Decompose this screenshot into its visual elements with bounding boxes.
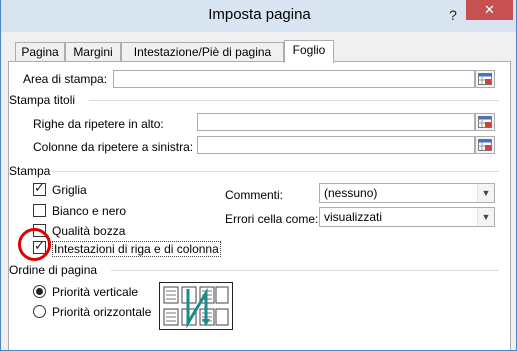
row-col-headings-label: Intestazioni di riga e di colonna xyxy=(52,241,221,257)
black-and-white-label: Bianco e nero xyxy=(52,204,127,218)
print-group-label: Stampa xyxy=(9,164,51,178)
collapse-dialog-icon xyxy=(478,73,492,85)
rows-range-button[interactable] xyxy=(475,113,495,131)
comments-value: (nessuno) xyxy=(324,186,378,200)
print-area-label: Area di stampa: xyxy=(23,72,108,86)
radio-selected-dot xyxy=(36,288,43,295)
help-button[interactable]: ? xyxy=(442,4,464,26)
chevron-down-icon: ▼ xyxy=(477,208,494,226)
tab-intestazione[interactable]: Intestazione/Piè di pagina xyxy=(121,42,284,62)
down-then-over-label: Priorità verticale xyxy=(52,285,139,299)
collapse-dialog-icon xyxy=(478,139,492,151)
chevron-down-icon: ▼ xyxy=(477,184,494,202)
over-then-down-label: Priorità orizzontale xyxy=(52,305,152,319)
tab-margini[interactable]: Margini xyxy=(65,42,121,62)
close-button[interactable]: ✕ xyxy=(466,0,513,20)
rows-to-repeat-label: Righe da ripetere in alto: xyxy=(33,117,164,131)
down-then-over-radio[interactable] xyxy=(33,285,46,298)
cell-errors-dropdown[interactable]: visualizzati ▼ xyxy=(319,207,495,227)
divider xyxy=(89,100,499,101)
collapse-dialog-icon xyxy=(478,116,492,128)
title-bar: Imposta pagina ? ✕ xyxy=(1,0,516,32)
print-area-input[interactable] xyxy=(113,70,475,88)
checkmark-icon: ✓ xyxy=(34,180,45,195)
tab-foglio[interactable]: Foglio xyxy=(284,40,334,63)
gridlines-checkbox[interactable]: ✓ xyxy=(33,180,46,196)
columns-range-button[interactable] xyxy=(475,136,495,154)
dialog-title: Imposta pagina xyxy=(208,6,311,23)
page-order-group-label: Ordine di pagina xyxy=(9,263,98,277)
print-area-range-button[interactable] xyxy=(475,70,495,88)
comments-label: Commenti: xyxy=(225,188,284,202)
draft-quality-label: Qualità bozza xyxy=(52,224,126,238)
highlight-circle xyxy=(18,228,51,261)
comments-dropdown[interactable]: (nessuno) ▼ xyxy=(319,183,495,203)
tab-pagina[interactable]: Pagina xyxy=(15,42,65,62)
rows-to-repeat-input[interactable] xyxy=(197,113,475,131)
gridlines-label: Griglia xyxy=(52,183,87,197)
black-and-white-checkbox[interactable] xyxy=(33,204,46,217)
over-then-down-radio[interactable] xyxy=(33,305,46,318)
page-order-preview-icon xyxy=(163,286,229,329)
page-setup-dialog: Imposta pagina ? ✕ Pagina Margini Intest… xyxy=(0,0,517,351)
divider xyxy=(51,171,499,172)
cell-errors-value: visualizzati xyxy=(324,210,383,224)
divider xyxy=(111,270,499,271)
cell-errors-label: Errori cella come: xyxy=(225,212,319,226)
columns-to-repeat-label: Colonne da ripetere a sinistra: xyxy=(33,140,194,154)
columns-to-repeat-input[interactable] xyxy=(197,136,475,154)
page-order-preview xyxy=(159,282,233,330)
print-titles-group-label: Stampa titoli xyxy=(9,93,76,107)
